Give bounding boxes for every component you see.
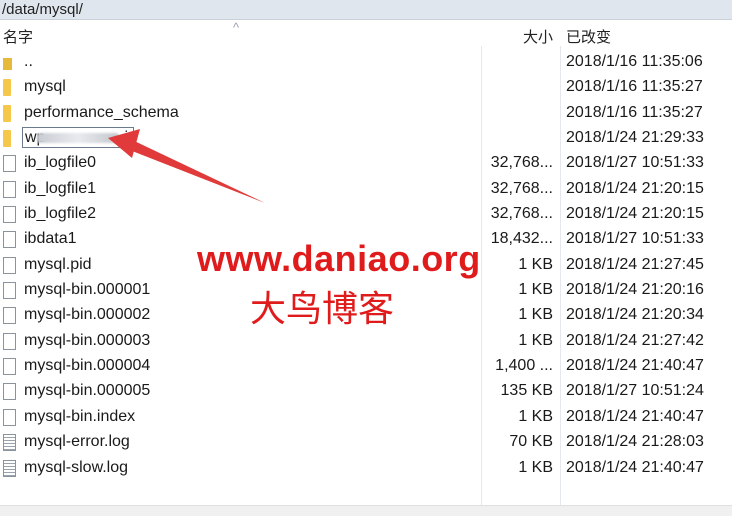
annotation-arrow-icon [108,129,265,203]
horizontal-scrollbar[interactable] [0,505,732,516]
